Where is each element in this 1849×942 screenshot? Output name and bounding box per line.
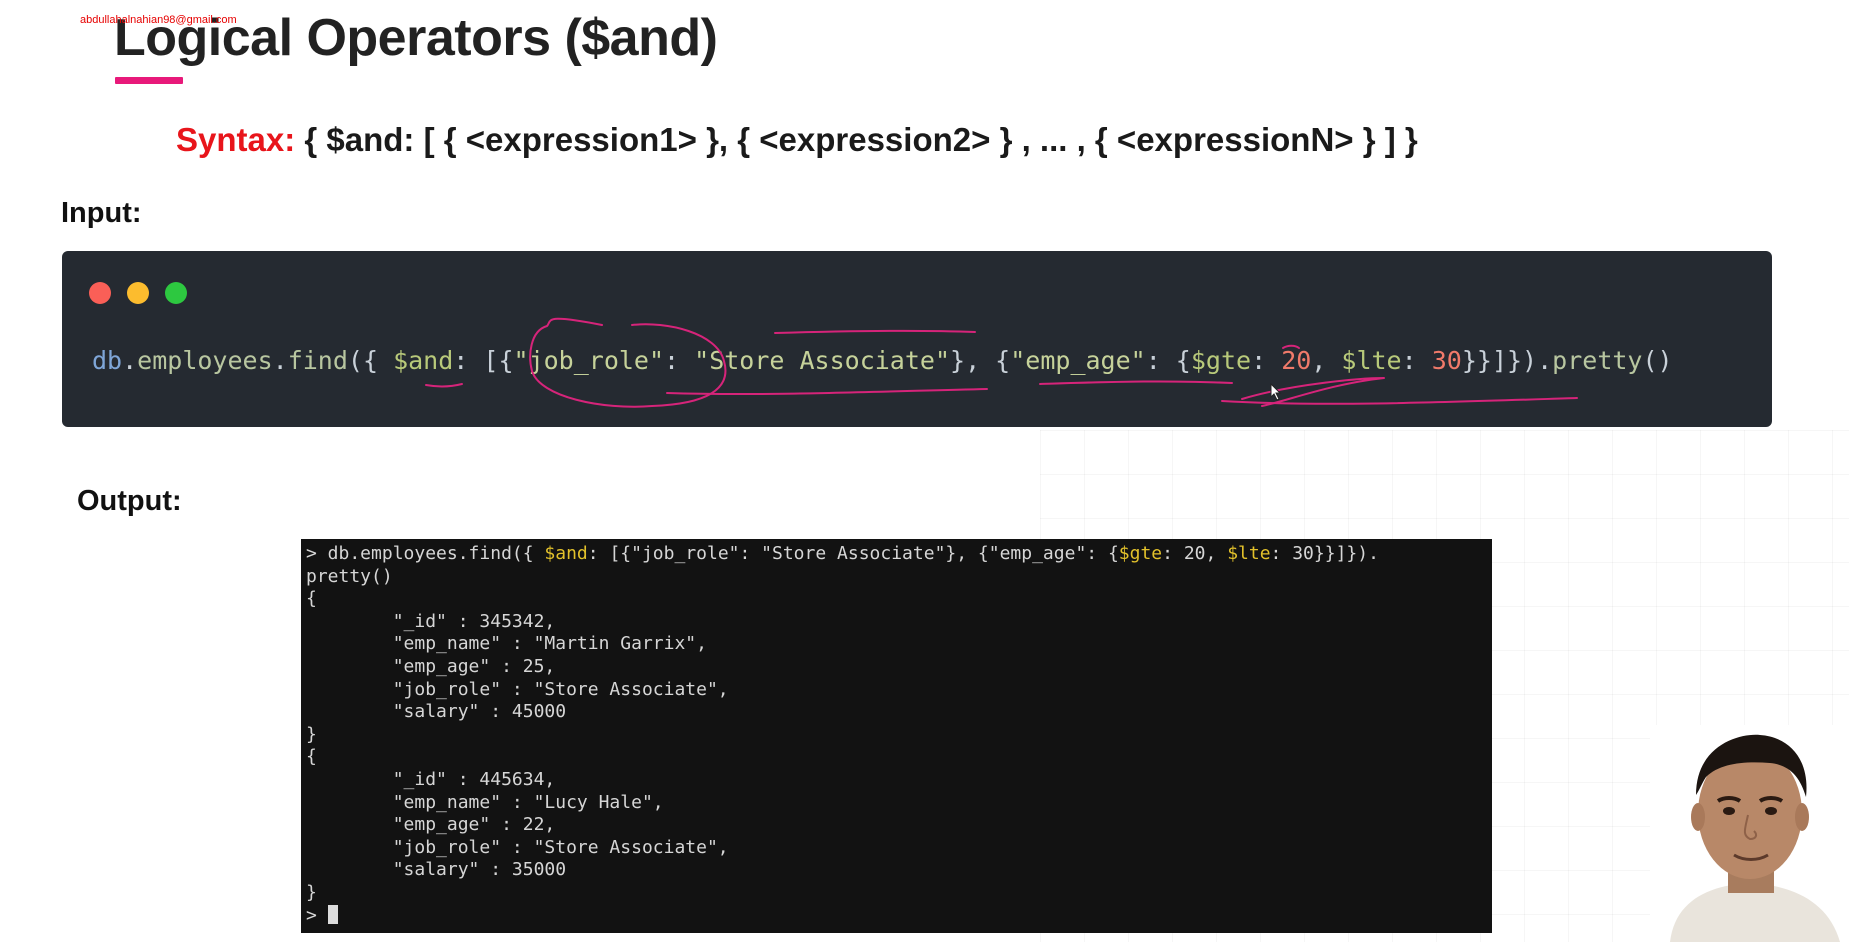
code-key-emp-age: "emp_age": [1010, 346, 1146, 375]
terminal-command-prefix: > db.employees.find({: [306, 543, 545, 564]
terminal-output-line: "job_role" : "Store Associate",: [306, 678, 729, 700]
code-and-operator: $and: [393, 346, 454, 375]
syntax-label: Syntax:: [176, 121, 296, 158]
output-label: Output:: [77, 485, 182, 517]
terminal-prompt-line[interactable]: >: [306, 904, 1492, 928]
code-find: find: [287, 346, 348, 375]
code-gte-operator: $gte: [1190, 346, 1252, 375]
code-colon: :: [1401, 346, 1432, 375]
terminal-output-line: "emp_name" : "Martin Garrix",: [306, 633, 707, 655]
terminal-output-line: "salary" : 35000: [306, 859, 567, 881]
terminal-lte-operator: $lte: [1227, 543, 1271, 564]
maximize-dot-icon: [165, 282, 187, 304]
code-colon: : {: [1145, 346, 1191, 375]
terminal-command-wrap: pretty(): [306, 565, 393, 587]
code-collection: employees: [137, 346, 273, 375]
terminal-output-line: {: [306, 588, 317, 610]
code-comma: ,: [1311, 346, 1342, 375]
terminal-output-line: "_id" : 345342,: [306, 610, 556, 632]
terminal-output-line: "emp_age" : 25,: [306, 655, 556, 677]
terminal-output-line: {: [306, 746, 317, 768]
terminal-output-line: "_id" : 445634,: [306, 768, 556, 790]
terminal-output-line: }: [306, 881, 317, 903]
terminal-output-line: "emp_age" : 22,: [306, 814, 556, 836]
code-db: db: [92, 346, 123, 375]
syntax-line: Syntax: { $and: [ { <expression1> }, { <…: [176, 121, 1418, 159]
presenter-video-icon: [1650, 725, 1849, 942]
terminal-command-end: : 30}}]}).: [1270, 543, 1379, 564]
input-label: Input:: [61, 197, 142, 229]
terminal-prompt: >: [306, 904, 328, 926]
terminal-command-line: > db.employees.find({ $and: [{"job_role"…: [306, 543, 1492, 566]
terminal-command-mid2: : 20,: [1162, 543, 1228, 564]
code-open: ({: [347, 346, 394, 375]
terminal-and-operator: $and: [544, 543, 588, 564]
code-close: }}]}): [1461, 346, 1538, 375]
terminal-cursor[interactable]: [327, 904, 338, 924]
code-separator: }, {: [950, 346, 1011, 375]
code-array-open: : [{: [453, 346, 514, 375]
terminal-output-line: }: [306, 723, 317, 745]
code-value-store-associate: "Store Associate": [694, 346, 951, 375]
minimize-dot-icon: [127, 282, 149, 304]
code-pretty: pretty: [1552, 346, 1643, 375]
code-colon: :: [664, 346, 695, 375]
code-dot: .: [122, 346, 138, 375]
code-dot: .: [1537, 346, 1553, 375]
code-key-job-role: "job_role": [513, 346, 665, 375]
code-number-20: 20: [1281, 346, 1312, 375]
terminal-gte-operator: $gte: [1118, 543, 1163, 564]
code-parens: (): [1642, 346, 1673, 375]
title-underline: [115, 77, 183, 84]
terminal-command-mid: : [{"job_role": "Store Associate"}, {"em…: [587, 543, 1119, 564]
terminal-output-line: "job_role" : "Store Associate",: [306, 836, 729, 858]
email-watermark: abdullahalnahian98@gmail.com: [80, 14, 237, 26]
code-query: db.employees.find({ $and: [{"job_role": …: [92, 346, 1673, 375]
terminal-output-line: "emp_name" : "Lucy Hale",: [306, 791, 664, 813]
webcam-overlay: [1650, 725, 1849, 942]
terminal-output: > db.employees.find({ $and: [{"job_role"…: [301, 539, 1492, 933]
code-dot: .: [272, 346, 288, 375]
code-window: db.employees.find({ $and: [{"job_role": …: [62, 251, 1772, 427]
terminal-output-line: "salary" : 45000: [306, 701, 567, 723]
syntax-body: { $and: [ { <expression1> }, { <expressi…: [304, 121, 1418, 158]
close-dot-icon: [89, 282, 111, 304]
code-number-30: 30: [1431, 346, 1462, 375]
code-colon: :: [1251, 346, 1282, 375]
code-lte-operator: $lte: [1341, 346, 1402, 375]
